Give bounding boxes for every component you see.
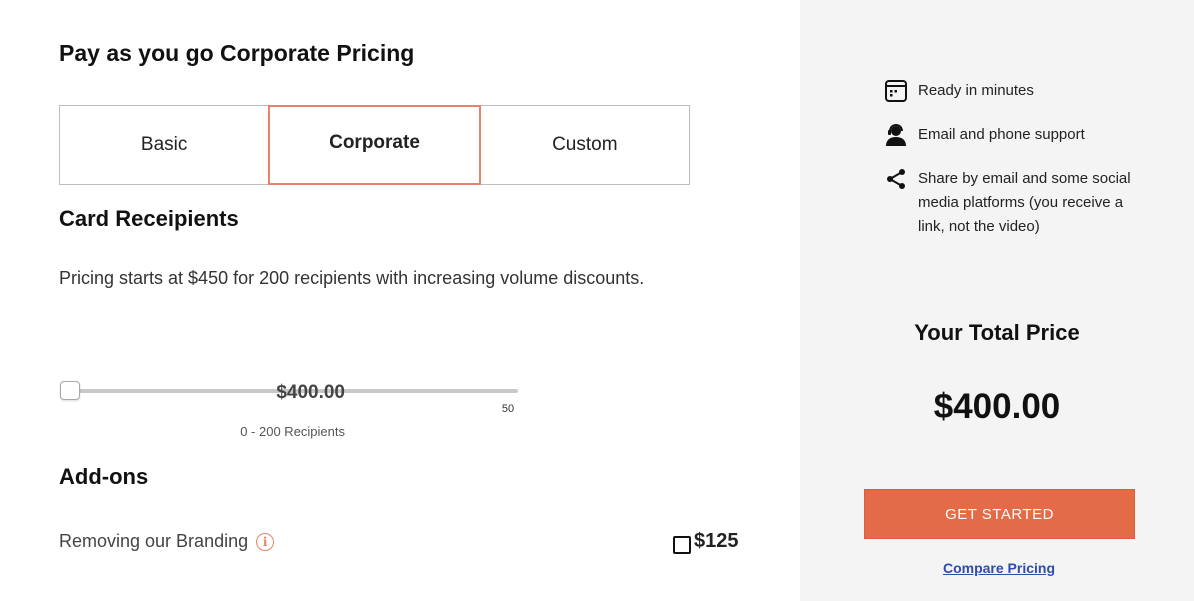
info-icon[interactable]: i — [256, 532, 275, 551]
plan-tab-basic[interactable]: Basic — [60, 106, 268, 184]
addon-label: Removing our Branding — [59, 531, 249, 551]
recipients-price: $400.00 — [276, 382, 345, 403]
total-price-label: Your Total Price — [914, 320, 1080, 345]
plan-tab-custom[interactable]: Custom — [481, 106, 689, 184]
feature-text: Email and phone support — [918, 126, 1085, 143]
pricing-main-panel: Pay as you go Corporate Pricing Basic Co… — [0, 0, 800, 601]
addon-checkbox[interactable] — [673, 536, 691, 554]
feature-text: Ready in minutes — [918, 82, 1034, 99]
feature-item: Share by email and some social media pla… — [884, 167, 1144, 239]
compare-pricing-link[interactable]: Compare Pricing — [800, 560, 1194, 576]
recipients-description: Pricing starts at $450 for 200 recipient… — [59, 268, 645, 288]
feature-item: Email and phone support — [884, 123, 1144, 147]
plan-selector: Basic Corporate Custom — [59, 105, 690, 185]
addon-row-branding: Removing our Branding i — [59, 531, 275, 552]
total-price-value: $400.00 — [933, 387, 1061, 426]
page-title: Pay as you go Corporate Pricing — [59, 40, 415, 66]
plan-tab-corporate[interactable]: Corporate — [268, 105, 481, 185]
recipients-slider-handle[interactable] — [60, 381, 80, 400]
feature-text: Share by email and some social media pla… — [918, 170, 1131, 235]
feature-item: Ready in minutes — [884, 79, 1144, 103]
addons-heading: Add-ons — [59, 464, 149, 489]
get-started-button[interactable]: GET STARTED — [864, 489, 1135, 539]
calendar-icon — [884, 79, 908, 103]
recipients-range: 0 - 200 Recipients — [240, 424, 345, 439]
addon-price: $125 — [694, 530, 739, 552]
recipients-heading: Card Receipients — [59, 206, 239, 231]
feature-list: Ready in minutes Email and phone support… — [884, 79, 1144, 259]
slider-value-label: 50 — [501, 403, 515, 415]
share-icon — [884, 167, 908, 191]
support-agent-icon — [884, 123, 908, 147]
